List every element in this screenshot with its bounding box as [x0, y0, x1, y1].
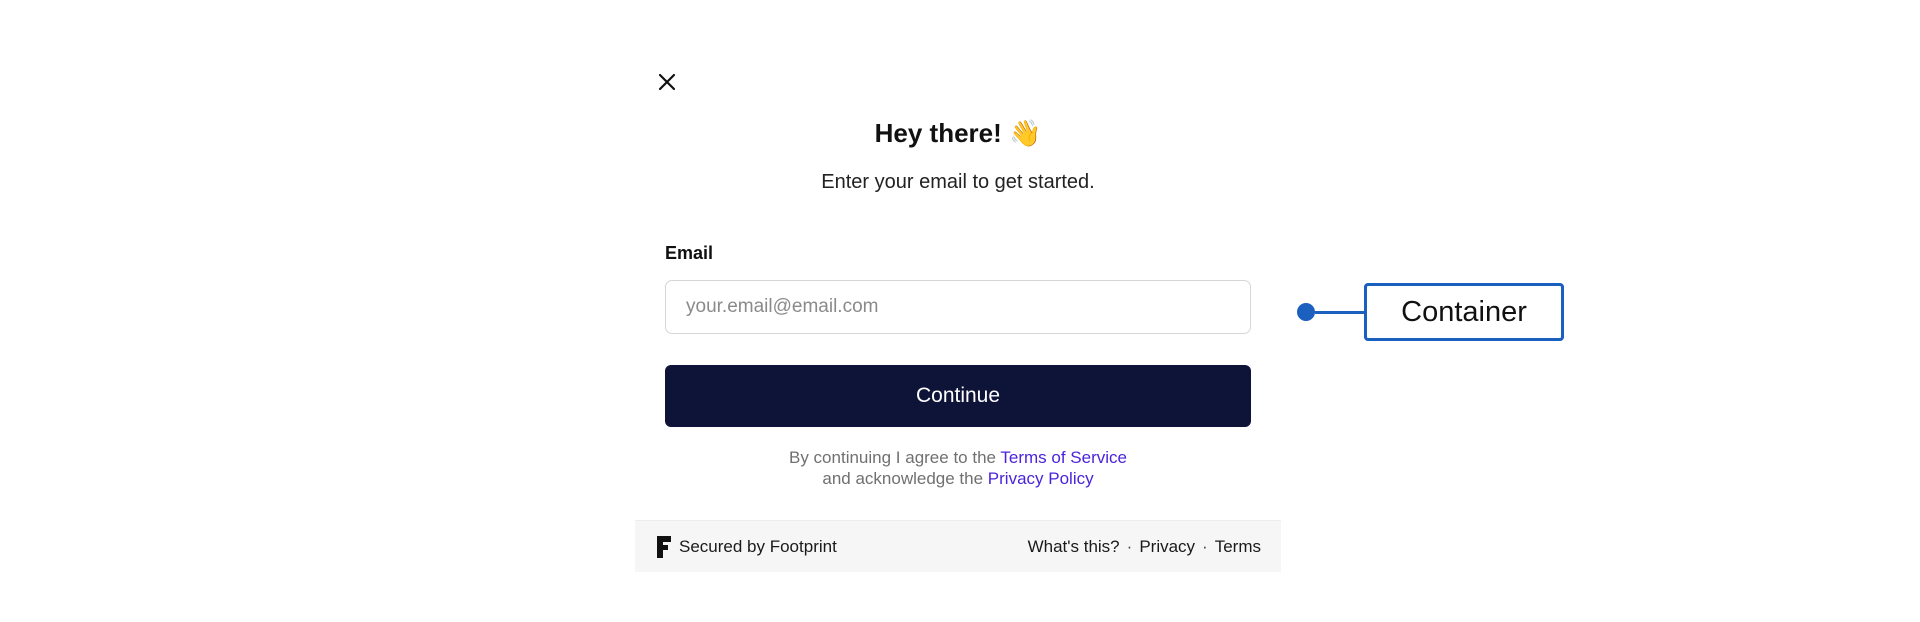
privacy-policy-link[interactable]: Privacy Policy — [988, 469, 1094, 488]
privacy-link[interactable]: Privacy — [1139, 537, 1195, 557]
email-label: Email — [665, 243, 714, 263]
annotation-connector — [1315, 310, 1364, 314]
footprint-logo-icon — [657, 535, 671, 558]
terms-of-service-link[interactable]: Terms of Service — [1000, 448, 1127, 467]
close-button[interactable] — [653, 68, 681, 96]
footer-branding: Secured by Footprint — [657, 535, 837, 558]
footer-links: What's this? · Privacy · Terms — [1028, 537, 1261, 557]
container-annotation: Container — [1297, 283, 1564, 341]
continue-button[interactable]: Continue — [665, 365, 1251, 427]
footer-separator: · — [1202, 536, 1208, 556]
legal-notice: By continuing I agree to the Terms of Se… — [635, 447, 1281, 489]
modal-subtitle: Enter your email to get started. — [821, 171, 1095, 193]
close-icon — [658, 73, 676, 91]
modal-footer: Secured by Footprint What's this? · Priv… — [635, 520, 1281, 572]
secured-by-text: Secured by Footprint — [679, 536, 837, 556]
legal-middle: and acknowledge the — [822, 469, 984, 488]
stage: Hey there! 👋 Enter your email to get sta… — [0, 0, 1920, 622]
signup-modal: Hey there! 👋 Enter your email to get sta… — [635, 54, 1281, 572]
annotation-label: Container — [1364, 283, 1564, 341]
modal-title: Hey there! 👋 — [874, 118, 1042, 148]
email-field[interactable] — [665, 280, 1251, 334]
annotation-dot — [1297, 303, 1315, 321]
whats-this-link[interactable]: What's this? — [1028, 537, 1120, 557]
legal-prefix: By continuing I agree to the — [789, 448, 996, 467]
footer-separator: · — [1126, 536, 1133, 556]
terms-link[interactable]: Terms — [1215, 537, 1261, 557]
